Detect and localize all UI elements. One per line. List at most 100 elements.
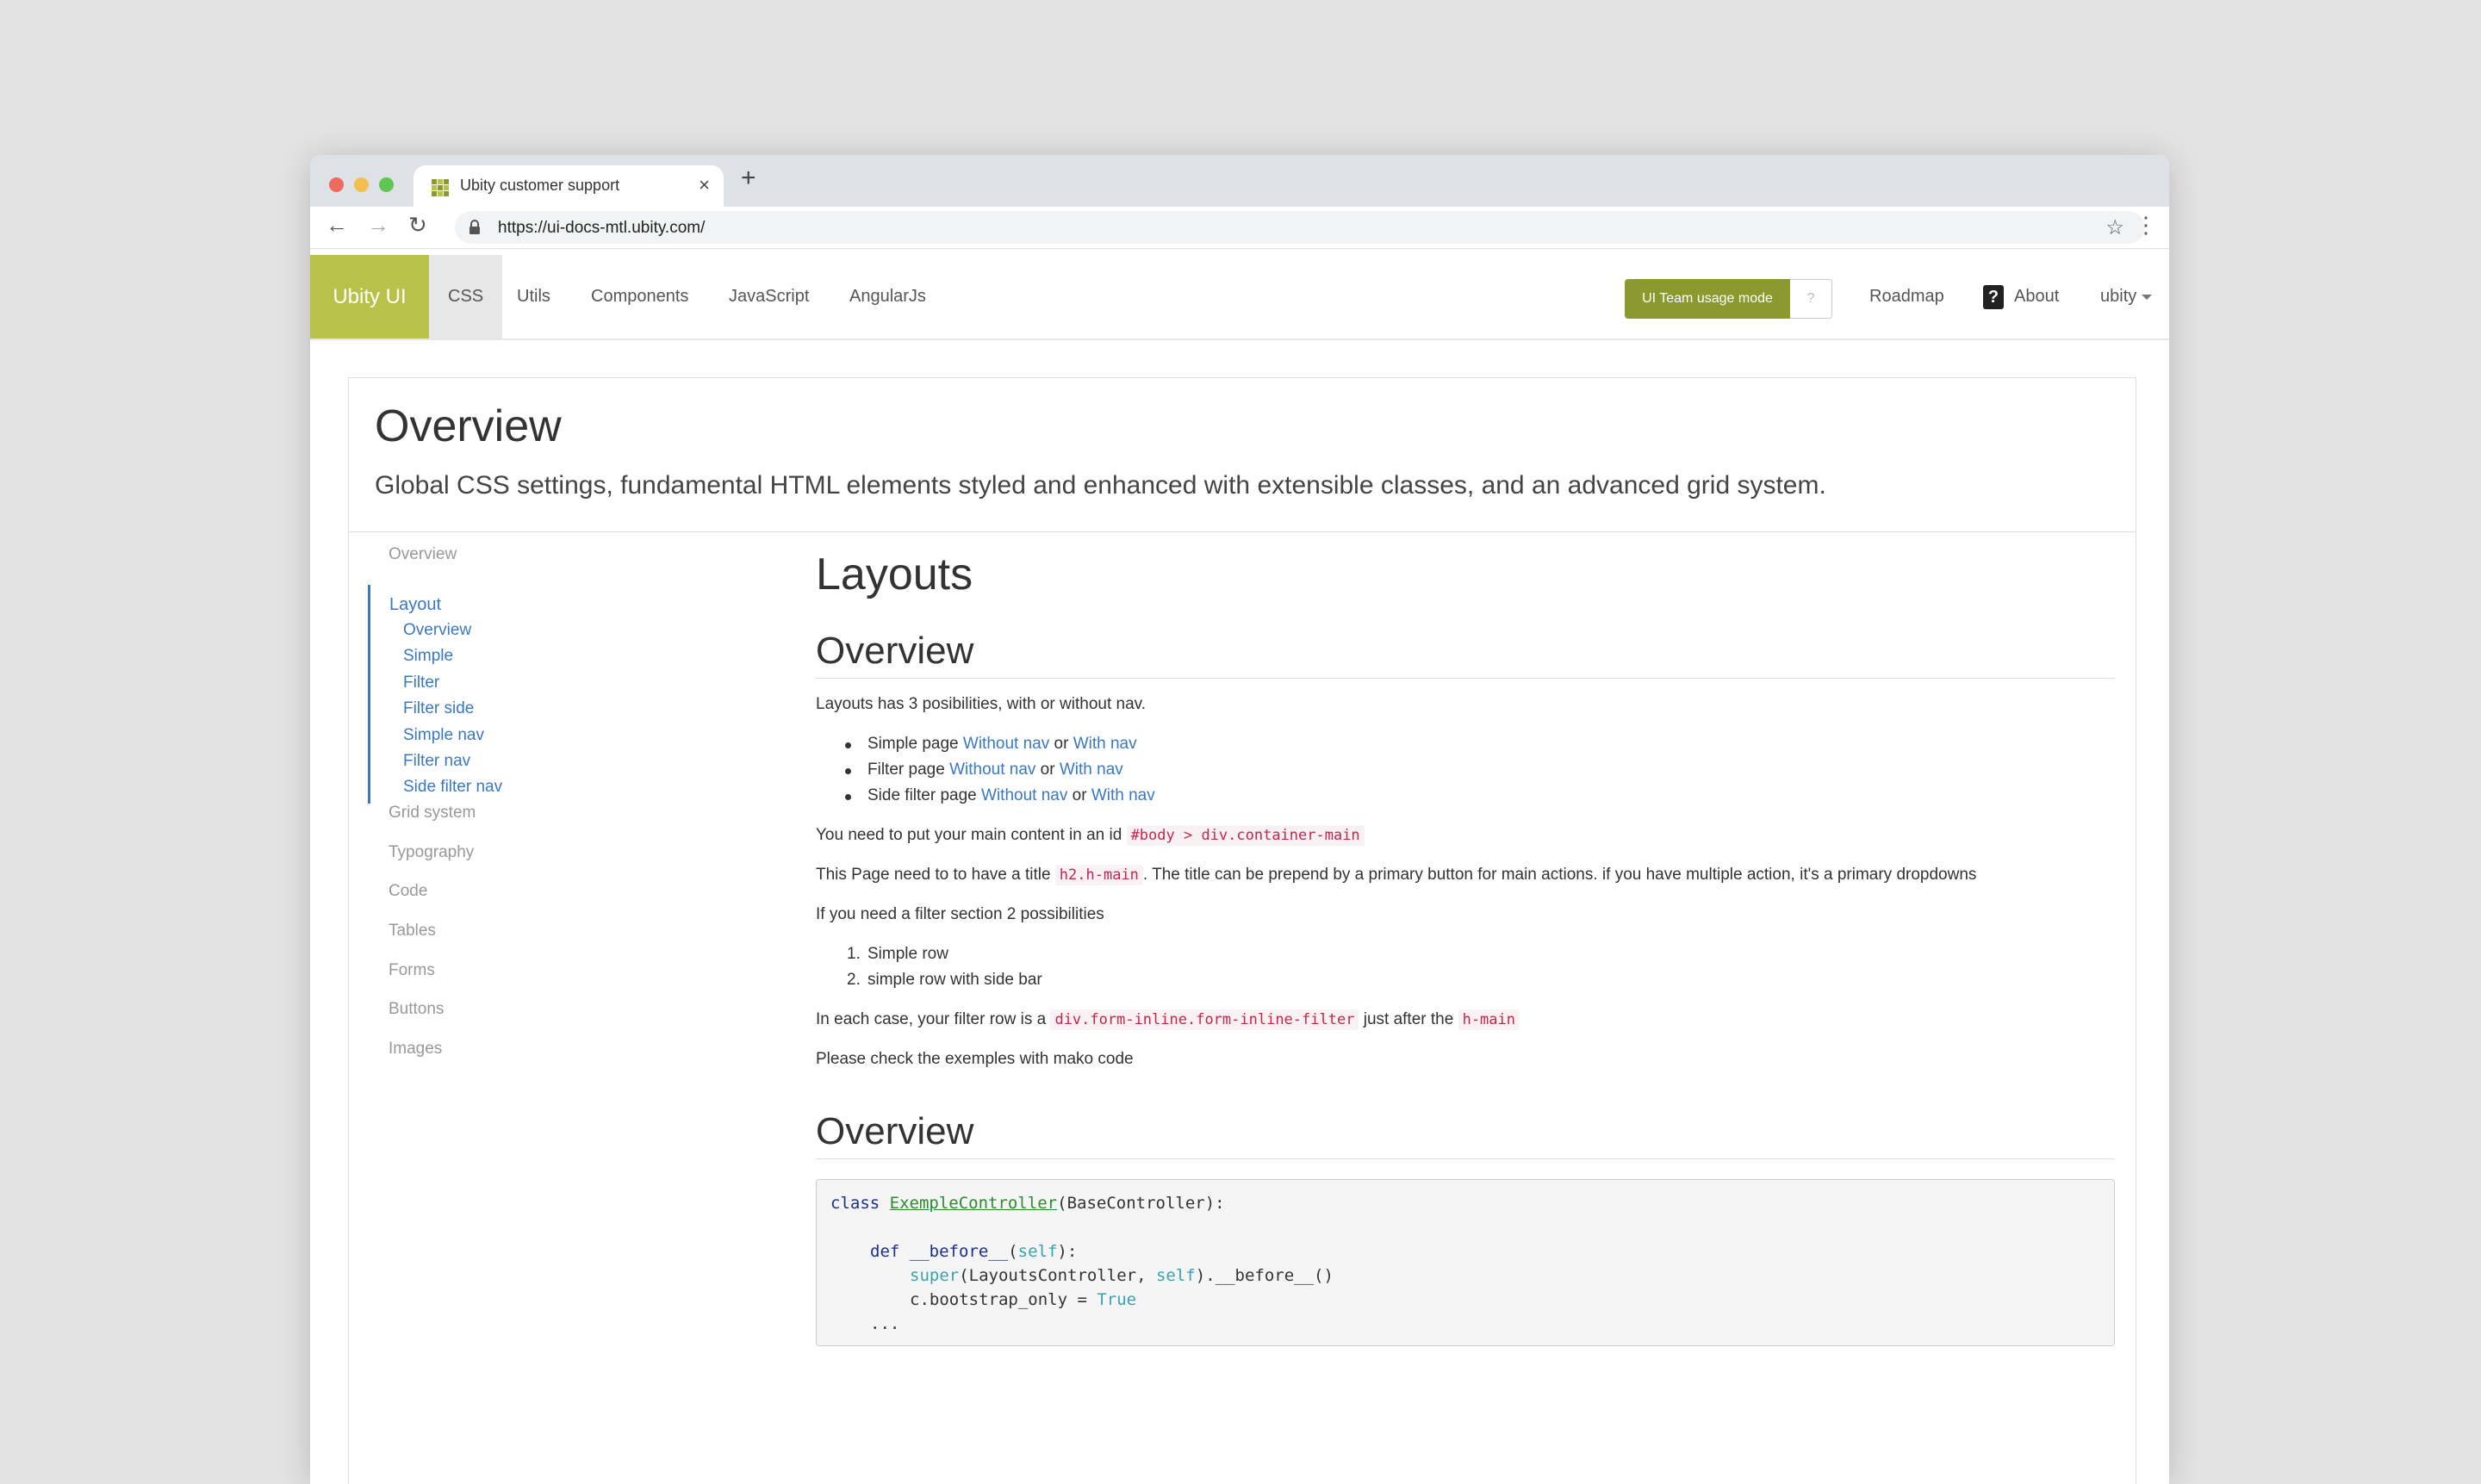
url-text[interactable]: https://ui-docs-mtl.ubity.com/ xyxy=(498,219,705,238)
sidenav-layout-filter-nav[interactable]: Filter nav xyxy=(403,752,470,771)
code-line: super(LayoutsController, self).__before_… xyxy=(910,1266,1334,1285)
maximize-window-button[interactable] xyxy=(379,177,394,192)
paragraph: Please check the exemples with mako code xyxy=(816,1050,1134,1068)
nav-components[interactable]: Components xyxy=(591,255,688,338)
nav-javascript[interactable]: JavaScript xyxy=(729,255,809,338)
address-bar[interactable]: https://ui-docs-mtl.ubity.com/ ☆ xyxy=(455,211,2145,244)
paragraph-text: just after the xyxy=(1363,1010,1454,1028)
back-icon[interactable]: ← xyxy=(326,212,348,239)
ubity-favicon-icon xyxy=(432,179,449,196)
bullet xyxy=(845,742,851,748)
sidenav-layout-simple[interactable]: Simple xyxy=(403,647,453,666)
without-nav-link[interactable]: Without nav xyxy=(981,786,1067,804)
browser-toolbar: ← → ↻ https://ui-docs-mtl.ubity.com/ ☆ ⋮ xyxy=(310,207,2169,249)
or-text: or xyxy=(1072,786,1087,804)
sidenav-images[interactable]: Images xyxy=(389,1040,442,1059)
browser-menu-icon[interactable]: ⋮ xyxy=(2135,214,2157,236)
code-text: c.bootstrap_only = xyxy=(910,1290,1097,1309)
forward-icon[interactable]: → xyxy=(367,212,389,239)
inline-code: h-main xyxy=(1458,1009,1520,1030)
sidenav-grid-system[interactable]: Grid system xyxy=(389,804,476,823)
ordered-item-label: simple row with side bar xyxy=(867,971,1042,989)
sidenav-code[interactable]: Code xyxy=(389,882,427,901)
ordered-item-label: Simple row xyxy=(867,945,948,963)
paragraph: This Page need to to have a title h2.h-m… xyxy=(816,865,1977,885)
nav-angularjs[interactable]: AngularJs xyxy=(849,255,926,338)
user-label: ubity xyxy=(2100,287,2137,306)
without-nav-link[interactable]: Without nav xyxy=(963,735,1049,753)
code-line: class ExempleController(BaseController): xyxy=(830,1194,1225,1213)
app-navbar: Ubity UI CSS Utils Components JavaScript… xyxy=(310,255,2169,340)
sidenav-buttons[interactable]: Buttons xyxy=(389,1000,444,1019)
page-title: Overview xyxy=(375,401,562,451)
sidenav-layout-simple-nav[interactable]: Simple nav xyxy=(403,726,484,745)
help-button[interactable]: ? xyxy=(1790,279,1832,319)
inline-code: h2.h-main xyxy=(1054,865,1143,885)
new-tab-button[interactable]: + xyxy=(741,164,756,193)
sidenav-forms[interactable]: Forms xyxy=(389,961,435,980)
tab-title: Ubity customer support xyxy=(460,177,620,194)
code-block: class ExempleController(BaseController):… xyxy=(816,1179,2115,1346)
sidenav-layout[interactable]: Layout xyxy=(389,595,441,615)
page-subtitle: Global CSS settings, fundamental HTML el… xyxy=(375,471,1826,500)
nav-about[interactable]: ? About xyxy=(1983,255,2059,338)
list-item-label: Filter page xyxy=(867,761,945,779)
window-controls xyxy=(329,177,394,192)
browser-window: Ubity customer support × + ← → ↻ https:/… xyxy=(310,155,2169,1484)
without-nav-link[interactable]: Without nav xyxy=(949,761,1035,779)
code-text: ): xyxy=(1057,1242,1078,1261)
ordered-item: 2. simple row with side bar xyxy=(847,971,1042,990)
caret-down-icon xyxy=(2142,294,2153,300)
with-nav-link[interactable]: With nav xyxy=(1060,761,1123,779)
close-tab-icon[interactable]: × xyxy=(699,174,710,196)
ordered-item: 1. Simple row xyxy=(847,945,948,964)
sidenav-layout-overview[interactable]: Overview xyxy=(403,621,471,640)
paragraph: In each case, your filter row is a div.f… xyxy=(816,1009,1520,1030)
list-number: 2. xyxy=(847,971,861,989)
ui-team-usage-mode-button[interactable]: UI Team usage mode xyxy=(1625,279,1790,319)
sidenav-layout-filter-side[interactable]: Filter side xyxy=(403,699,474,718)
section-divider xyxy=(816,678,2115,679)
user-menu[interactable]: ubity xyxy=(2100,255,2153,338)
intro-text: Layouts has 3 posibilities, with or with… xyxy=(816,695,1147,713)
with-nav-link[interactable]: With nav xyxy=(1091,786,1155,804)
brand-logo[interactable]: Ubity UI xyxy=(310,255,429,338)
browser-tab[interactable]: Ubity customer support × xyxy=(414,165,724,207)
bookmark-star-icon[interactable]: ☆ xyxy=(2105,215,2124,240)
with-nav-link[interactable]: With nav xyxy=(1073,735,1137,753)
sidenav-layout-side-filter-nav[interactable]: Side filter nav xyxy=(403,778,502,797)
sidenav-layout-filter[interactable]: Filter xyxy=(403,674,439,692)
nav-utils[interactable]: Utils xyxy=(517,255,550,338)
paragraph: You need to put your main content in an … xyxy=(816,825,1365,846)
section-divider xyxy=(816,1158,2115,1159)
paragraph-text: . The title can be prepend by a primary … xyxy=(1142,866,1977,884)
sidenav-typography[interactable]: Typography xyxy=(389,843,474,862)
lock-icon xyxy=(469,220,480,234)
list-item: Simple page Without nav or With nav xyxy=(845,735,1137,754)
help-icon: ? xyxy=(1806,291,1815,306)
bullet xyxy=(845,768,851,774)
list-item: Side filter page Without nav or With nav xyxy=(845,786,1155,805)
paragraph: If you need a filter section 2 possibili… xyxy=(816,905,1104,923)
close-window-button[interactable] xyxy=(329,177,344,192)
question-icon: ? xyxy=(1983,284,2004,309)
list-item: Filter page Without nav or With nav xyxy=(845,761,1123,779)
sidenav-layout-group: Layout Overview Simple Filter Filter sid… xyxy=(368,585,502,804)
paragraph-text: In each case, your filter row is a xyxy=(816,1010,1047,1028)
inline-code: div.form-inline.form-inline-filter xyxy=(1050,1009,1359,1030)
code-keyword: def xyxy=(870,1242,900,1261)
nav-roadmap[interactable]: Roadmap xyxy=(1869,255,1944,338)
code-line: c.bootstrap_only = True xyxy=(910,1290,1136,1309)
tab-strip: Ubity customer support × + xyxy=(310,155,2169,207)
code-keyword: class xyxy=(830,1194,880,1213)
code-function-name: __before__ xyxy=(909,1242,1009,1261)
sidenav-overview[interactable]: Overview xyxy=(389,545,457,564)
about-label: About xyxy=(2014,287,2060,306)
sidenav-tables[interactable]: Tables xyxy=(389,922,436,941)
paragraph-text: You need to put your main content in an … xyxy=(816,826,1122,844)
reload-icon[interactable]: ↻ xyxy=(408,212,427,239)
page-panel: Overview Global CSS settings, fundamenta… xyxy=(348,377,2136,1484)
nav-css[interactable]: CSS xyxy=(429,255,503,338)
code-text: (LayoutsController, xyxy=(959,1266,1156,1285)
minimize-window-button[interactable] xyxy=(354,177,369,192)
